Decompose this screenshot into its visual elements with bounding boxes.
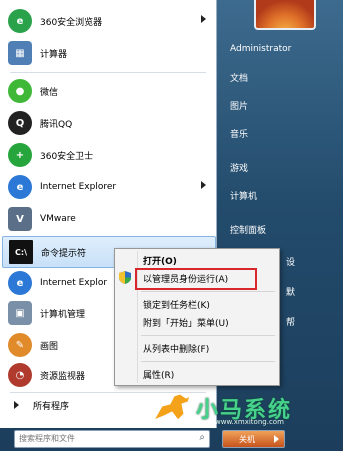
program-item-360-browser[interactable]: e 360安全浏览器 bbox=[2, 6, 214, 36]
highlight-box bbox=[135, 268, 257, 290]
search-icon[interactable]: ⌕ bbox=[199, 432, 205, 443]
qq-icon: Q bbox=[8, 111, 32, 135]
right-item-help[interactable]: 帮 bbox=[280, 310, 342, 332]
ie-icon: e bbox=[8, 271, 32, 295]
watermark-url: www.xmxitong.com bbox=[215, 418, 284, 426]
wechat-icon: ● bbox=[8, 79, 32, 103]
uac-shield-icon bbox=[119, 271, 131, 284]
program-label: 画图 bbox=[40, 341, 59, 352]
program-label: 360安全浏览器 bbox=[40, 17, 103, 28]
program-item-qq[interactable]: Q 腾讯QQ bbox=[2, 108, 214, 138]
program-label: Internet Explor bbox=[40, 278, 108, 288]
menu-item-remove-from-list[interactable]: 从列表中删除(F) bbox=[143, 339, 209, 357]
right-item-devices[interactable]: 设 bbox=[280, 250, 342, 272]
right-item-pictures[interactable]: 图片 bbox=[224, 94, 342, 116]
computer-management-icon: ▣ bbox=[8, 301, 32, 325]
program-label: 资源监视器 bbox=[40, 371, 86, 382]
program-item-calculator[interactable]: ▦ 计算器 bbox=[2, 38, 214, 68]
shutdown-button[interactable]: 关机 bbox=[222, 430, 272, 448]
program-item-internet-explorer[interactable]: e Internet Explorer bbox=[2, 172, 214, 202]
shutdown-options-button[interactable] bbox=[270, 430, 285, 448]
program-label: 计算器 bbox=[40, 49, 68, 60]
menu-item-pin-taskbar[interactable]: 锁定到任务栏(K) bbox=[143, 295, 210, 313]
program-item-360-security[interactable]: + 360安全卫士 bbox=[2, 140, 214, 170]
cmd-icon: C:\ bbox=[9, 240, 33, 264]
right-item-control-panel[interactable]: 控制面板 bbox=[224, 218, 342, 240]
right-item-music[interactable]: 音乐 bbox=[224, 122, 342, 144]
user-avatar[interactable] bbox=[254, 0, 316, 30]
search-input[interactable] bbox=[15, 431, 183, 445]
program-label: 命令提示符 bbox=[41, 248, 87, 259]
separator bbox=[141, 335, 275, 336]
ie-icon: e bbox=[8, 175, 32, 199]
right-item-games[interactable]: 游戏 bbox=[224, 156, 342, 178]
program-label: 360安全卫士 bbox=[40, 151, 94, 162]
menu-item-open[interactable]: 打开(O) bbox=[143, 251, 177, 269]
vmware-icon: V bbox=[8, 207, 32, 231]
right-item-computer[interactable]: 计算机 bbox=[224, 184, 342, 206]
menu-item-pin-start[interactable]: 附到「开始」菜单(U) bbox=[143, 313, 229, 331]
search-box[interactable]: ⌕ bbox=[14, 430, 210, 448]
horse-logo-icon bbox=[152, 393, 191, 423]
paint-icon: ✎ bbox=[8, 333, 32, 357]
separator bbox=[10, 72, 206, 73]
chevron-right-icon bbox=[274, 435, 279, 443]
submenu-arrow-icon[interactable] bbox=[201, 15, 206, 23]
menu-item-properties[interactable]: 属性(R) bbox=[143, 365, 174, 383]
program-label: VMware bbox=[40, 214, 76, 224]
right-item-administrator[interactable]: Administrator bbox=[224, 38, 342, 60]
resource-monitor-icon: ◔ bbox=[8, 363, 32, 387]
program-label: 腾讯QQ bbox=[40, 119, 73, 130]
calculator-icon: ▦ bbox=[8, 41, 32, 65]
separator bbox=[141, 291, 275, 292]
right-item-default-programs[interactable]: 默 bbox=[280, 280, 342, 302]
program-item-wechat[interactable]: ● 微信 bbox=[2, 76, 214, 106]
browser-360-icon: e bbox=[8, 9, 32, 33]
separator bbox=[141, 361, 275, 362]
context-menu: 打开(O) 以管理员身份运行(A) 锁定到任务栏(K) 附到「开始」菜单(U) … bbox=[114, 248, 280, 386]
submenu-arrow-icon[interactable] bbox=[201, 181, 206, 189]
all-programs-label: 所有程序 bbox=[33, 401, 70, 412]
program-label: Internet Explorer bbox=[40, 182, 117, 192]
program-label: 微信 bbox=[40, 87, 59, 98]
program-item-vmware[interactable]: V VMware bbox=[2, 204, 214, 234]
right-arrow-icon bbox=[14, 401, 19, 409]
right-item-documents[interactable]: 文档 bbox=[224, 66, 342, 88]
program-label: 计算机管理 bbox=[40, 309, 86, 320]
security-360-icon: + bbox=[8, 143, 32, 167]
